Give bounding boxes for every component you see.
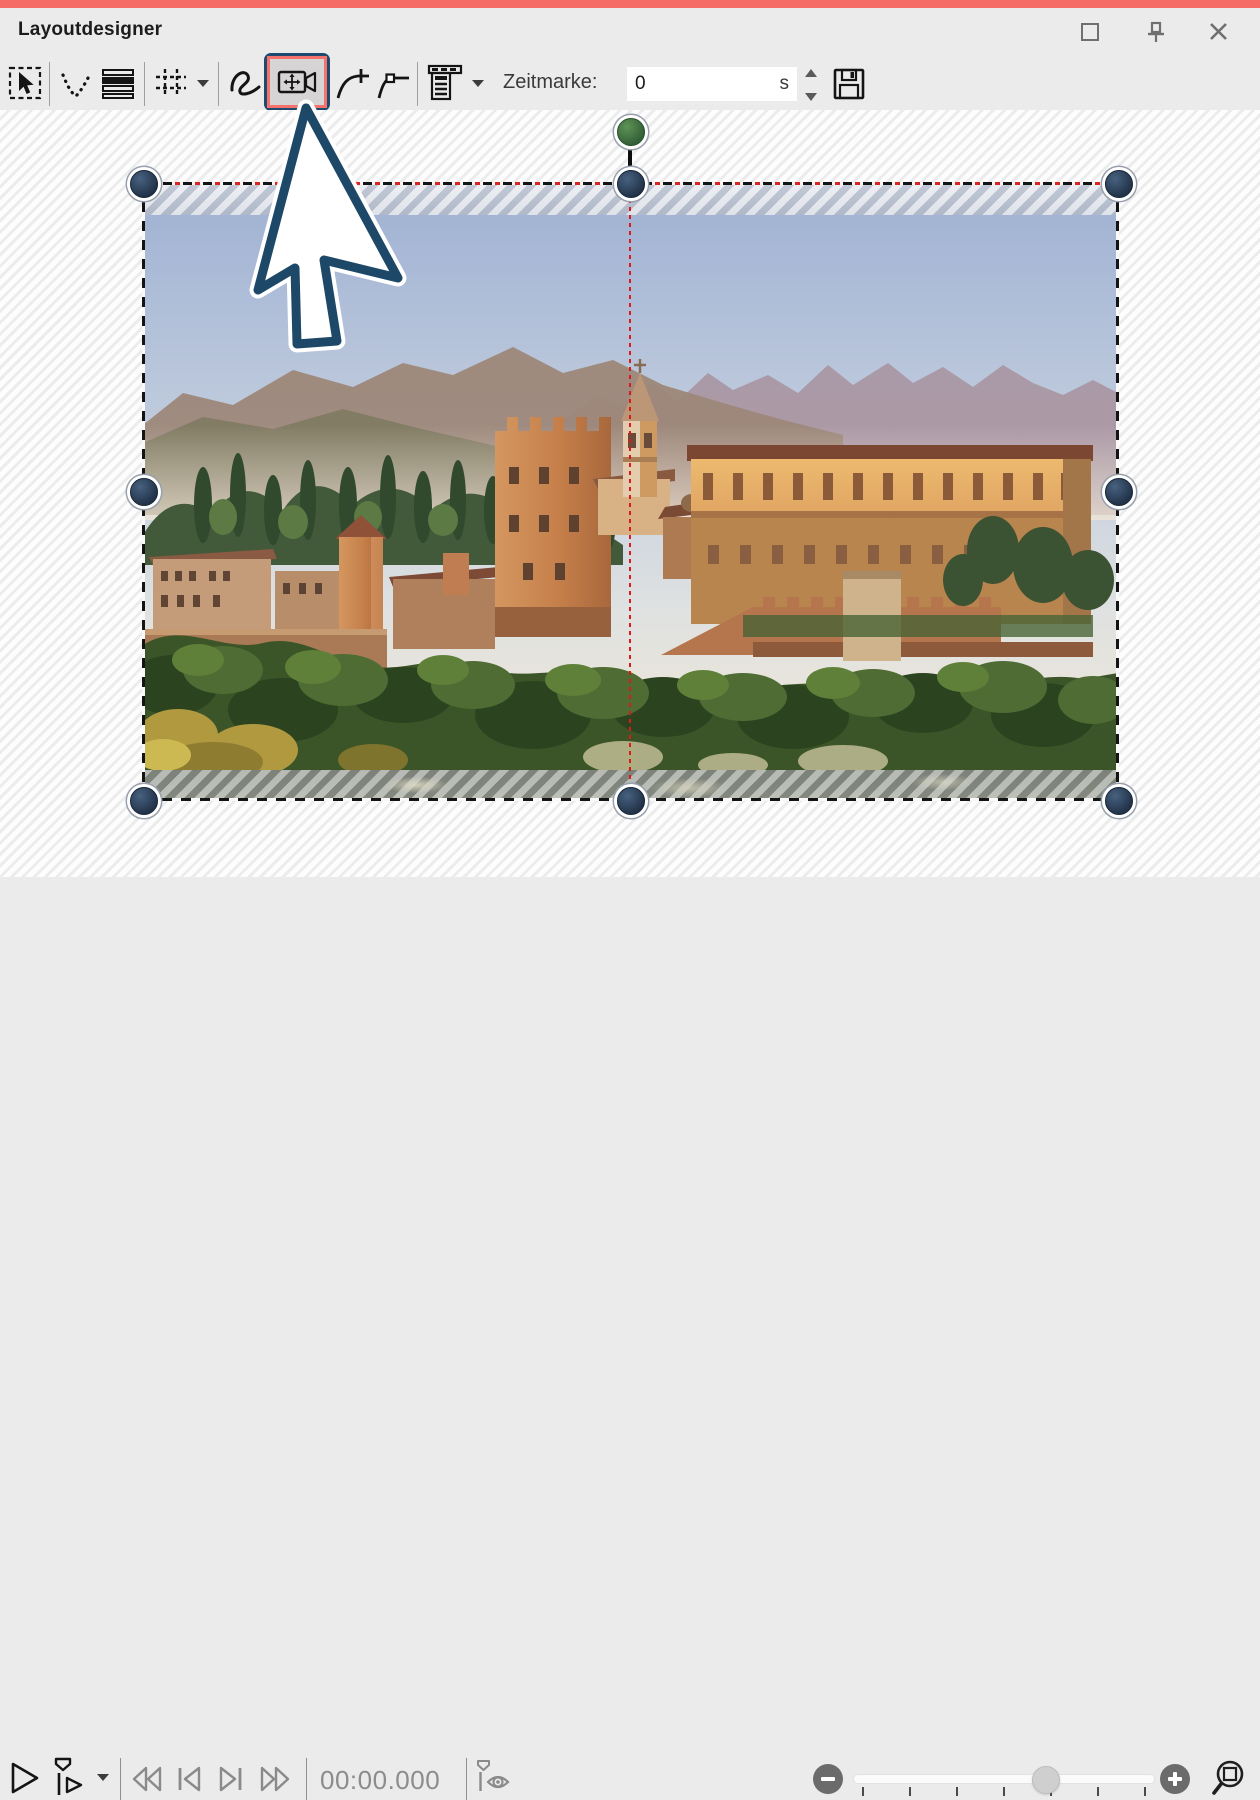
text-options-button[interactable] bbox=[426, 64, 466, 102]
resize-handle-middle-left[interactable] bbox=[130, 478, 158, 506]
pin-icon bbox=[1146, 21, 1166, 43]
toolbar-separator bbox=[144, 62, 145, 106]
spinner-up-icon[interactable] bbox=[805, 69, 817, 78]
slider-tick bbox=[1003, 1787, 1005, 1796]
play-from-marker-button[interactable] bbox=[52, 1757, 86, 1797]
fast-forward-button[interactable] bbox=[258, 1765, 292, 1793]
slider-tick bbox=[1097, 1787, 1099, 1796]
motion-path-curve-icon bbox=[228, 66, 264, 102]
playhead-visibility-button[interactable] bbox=[476, 1759, 514, 1793]
grid-dropdown[interactable] bbox=[197, 80, 209, 88]
rotation-handle[interactable] bbox=[617, 118, 645, 146]
maximize-button[interactable] bbox=[1081, 23, 1099, 41]
time-display: 00:00.000 bbox=[320, 1765, 440, 1796]
zoom-slider-track[interactable] bbox=[853, 1774, 1155, 1784]
corner-path-point-button[interactable] bbox=[375, 66, 413, 102]
layoutdesigner-window: Layoutdesigner bbox=[0, 0, 1260, 927]
spinner-down-icon[interactable] bbox=[805, 92, 817, 101]
resize-handle-top-left[interactable] bbox=[130, 170, 158, 198]
resize-handle-bottom-right[interactable] bbox=[1105, 787, 1133, 815]
slider-tick bbox=[909, 1787, 911, 1796]
zeitmarke-spinner[interactable] bbox=[800, 69, 822, 101]
chevron-down-icon bbox=[97, 1774, 109, 1782]
playhead-eye-icon bbox=[476, 1759, 514, 1793]
slider-tick bbox=[956, 1787, 958, 1796]
corner-path-point-icon bbox=[375, 66, 413, 102]
resize-handle-top-right[interactable] bbox=[1105, 170, 1133, 198]
next-frame-button[interactable] bbox=[216, 1765, 246, 1793]
resize-handle-top-center[interactable] bbox=[617, 170, 645, 198]
toolbar-separator bbox=[218, 62, 219, 106]
close-button[interactable] bbox=[1209, 22, 1228, 41]
save-button[interactable] bbox=[832, 67, 866, 101]
zoom-in-button[interactable] bbox=[1160, 1764, 1190, 1794]
transport-separator bbox=[306, 1758, 307, 1800]
zeitmarke-label: Zeitmarke: bbox=[503, 71, 597, 94]
text-options-dropdown[interactable] bbox=[472, 80, 484, 88]
next-frame-icon bbox=[216, 1765, 246, 1793]
window-accent-bar bbox=[0, 0, 1260, 8]
resize-handle-bottom-center[interactable] bbox=[617, 787, 645, 815]
smooth-curve-icon bbox=[58, 68, 94, 100]
close-icon bbox=[1209, 22, 1228, 41]
zoom-out-button[interactable] bbox=[813, 1764, 843, 1794]
plus-icon bbox=[1167, 1771, 1183, 1787]
mouse-cursor-arrow bbox=[240, 98, 410, 358]
add-path-point-icon bbox=[334, 66, 372, 102]
layout-canvas[interactable] bbox=[0, 110, 1260, 877]
zeitmarke-input[interactable] bbox=[627, 73, 755, 95]
chevron-down-icon bbox=[472, 80, 484, 88]
window-title: Layoutdesigner bbox=[18, 19, 162, 41]
slider-tick bbox=[1144, 1787, 1146, 1796]
rewind-button[interactable] bbox=[130, 1765, 164, 1793]
transport-separator bbox=[466, 1758, 467, 1800]
resize-handle-middle-right[interactable] bbox=[1105, 478, 1133, 506]
transport-bar: 00:00.000 bbox=[0, 877, 1260, 927]
select-tool-button[interactable] bbox=[8, 66, 42, 100]
toolbar-separator bbox=[417, 62, 418, 106]
toolbar-separator bbox=[49, 62, 50, 106]
chevron-down-icon bbox=[197, 80, 209, 88]
text-options-icon bbox=[426, 64, 466, 102]
play-from-marker-icon bbox=[52, 1757, 86, 1797]
play-button[interactable] bbox=[10, 1761, 40, 1795]
zoom-fit-icon bbox=[1206, 1757, 1248, 1799]
fast-forward-icon bbox=[258, 1765, 292, 1793]
camera-pan-icon bbox=[277, 68, 317, 96]
layers-icon bbox=[100, 68, 136, 100]
zeitmarke-field[interactable]: s bbox=[627, 67, 797, 101]
add-path-point-button[interactable] bbox=[334, 66, 372, 102]
smooth-curve-button[interactable] bbox=[58, 68, 94, 100]
rewind-icon bbox=[130, 1765, 164, 1793]
grid-button[interactable] bbox=[152, 66, 190, 100]
previous-frame-button[interactable] bbox=[174, 1765, 204, 1793]
motion-path-curve-button[interactable] bbox=[228, 66, 264, 102]
save-icon bbox=[832, 67, 866, 101]
zoom-slider-thumb[interactable] bbox=[1032, 1766, 1060, 1794]
slider-tick bbox=[862, 1787, 864, 1796]
select-tool-icon bbox=[8, 66, 42, 100]
minus-icon bbox=[820, 1771, 836, 1787]
transport-separator bbox=[120, 1758, 121, 1800]
layers-button[interactable] bbox=[100, 68, 136, 100]
previous-frame-icon bbox=[174, 1765, 204, 1793]
zeitmarke-unit: s bbox=[780, 73, 790, 95]
play-icon bbox=[10, 1761, 40, 1795]
grid-icon bbox=[152, 66, 190, 100]
center-guide-line bbox=[629, 183, 631, 800]
resize-handle-bottom-left[interactable] bbox=[130, 787, 158, 815]
play-options-dropdown[interactable] bbox=[97, 1774, 109, 1782]
zoom-fit-button[interactable] bbox=[1206, 1757, 1248, 1799]
pin-button[interactable] bbox=[1146, 21, 1166, 43]
